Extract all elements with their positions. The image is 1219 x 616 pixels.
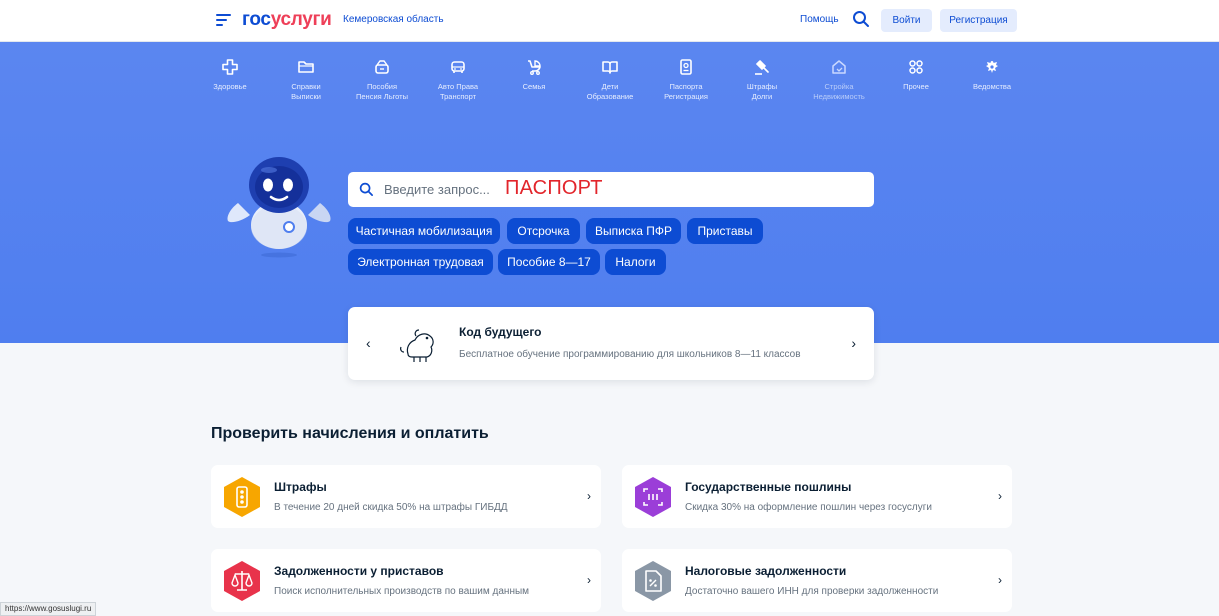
promo-carousel[interactable]: ‹ Код будущего Бесплатное обучение прогр… bbox=[348, 307, 874, 380]
search-icon bbox=[359, 182, 373, 196]
menu-icon[interactable] bbox=[216, 13, 231, 27]
category-health[interactable]: Здоровье bbox=[192, 58, 268, 92]
category-nav: Здоровье Справки Выписки Пособия Пенсия … bbox=[0, 42, 1219, 112]
card-fines[interactable]: Штрафы В течение 20 дней скидка 50% на ш… bbox=[211, 465, 601, 528]
section-title: Проверить начисления и оплатить bbox=[211, 425, 489, 442]
chip-taxes[interactable]: Налоги bbox=[605, 249, 666, 275]
gavel-icon bbox=[755, 60, 769, 75]
category-education[interactable]: Дети Образование bbox=[572, 58, 648, 102]
tax-document-icon bbox=[635, 561, 671, 601]
gosuslugi-logo[interactable]: госуслуги bbox=[242, 9, 332, 31]
card-tax-debts[interactable]: Налоговые задолженности Достаточно вашег… bbox=[622, 549, 1012, 612]
health-cross-icon bbox=[222, 59, 238, 75]
promo-subtitle: Бесплатное обучение программированию для… bbox=[459, 349, 801, 360]
robot-mascot-icon bbox=[227, 157, 331, 258]
category-real-estate[interactable]: Стройка Недвижимость bbox=[801, 58, 877, 102]
chevron-right-icon: › bbox=[998, 489, 1002, 503]
hero-banner: Здоровье Справки Выписки Пособия Пенсия … bbox=[0, 42, 1219, 343]
login-button[interactable]: Войти bbox=[881, 9, 932, 32]
card-state-duties[interactable]: Государственные пошлины Скидка 30% на оф… bbox=[622, 465, 1012, 528]
chip-mobilization[interactable]: Частичная мобилизация bbox=[348, 218, 500, 244]
category-certificates[interactable]: Справки Выписки bbox=[268, 58, 344, 102]
chip-bailiffs[interactable]: Приставы bbox=[687, 218, 763, 244]
chevron-right-icon: › bbox=[587, 489, 591, 503]
passport-icon bbox=[680, 59, 692, 75]
chevron-right-icon: › bbox=[587, 573, 591, 587]
site-header: госуслуги Кемеровская область Помощь Вой… bbox=[0, 0, 1219, 42]
browser-status-url: https://www.gosuslugi.ru bbox=[0, 602, 97, 616]
chip-deferment[interactable]: Отсрочка bbox=[507, 218, 580, 244]
receipt-icon bbox=[635, 477, 671, 517]
help-link[interactable]: Помощь bbox=[800, 14, 839, 25]
category-family[interactable]: Семья bbox=[496, 58, 572, 92]
card-bailiff-debts[interactable]: Задолженности у приставов Поиск исполнит… bbox=[211, 549, 601, 612]
car-icon bbox=[451, 61, 465, 73]
traffic-light-icon bbox=[224, 477, 260, 517]
category-transport[interactable]: Авто Права Транспорт bbox=[420, 58, 496, 102]
chip-allowance-8-17[interactable]: Пособие 8—17 bbox=[498, 249, 600, 275]
category-departments[interactable]: Ведомства bbox=[954, 58, 1030, 92]
grid-icon bbox=[909, 60, 923, 74]
chevron-right-icon: › bbox=[998, 573, 1002, 587]
promo-title: Код будущего bbox=[459, 325, 542, 339]
search-typed-text: ПАСПОРТ bbox=[505, 177, 603, 199]
category-passports[interactable]: Паспорта Регистрация bbox=[648, 58, 724, 102]
chip-electronic-workbook[interactable]: Электронная трудовая bbox=[348, 249, 493, 275]
carousel-prev-icon[interactable]: ‹ bbox=[366, 335, 371, 351]
stroller-icon bbox=[528, 60, 541, 75]
wallet-icon bbox=[375, 60, 389, 74]
search-icon[interactable] bbox=[852, 10, 870, 28]
scales-icon bbox=[224, 561, 260, 601]
dog-illustration-icon bbox=[400, 329, 434, 362]
search-bar[interactable]: Введите запрос... ПАСПОРТ bbox=[348, 172, 874, 207]
region-selector[interactable]: Кемеровская область bbox=[343, 14, 444, 25]
search-placeholder: Введите запрос... bbox=[384, 182, 490, 197]
book-icon bbox=[602, 61, 618, 74]
category-other[interactable]: Прочее bbox=[878, 58, 954, 92]
chip-pfr-statement[interactable]: Выписка ПФР bbox=[586, 218, 681, 244]
emblem-icon bbox=[986, 61, 998, 73]
carousel-next-icon[interactable]: › bbox=[851, 335, 856, 351]
category-benefits[interactable]: Пособия Пенсия Льготы bbox=[344, 58, 420, 102]
folder-icon bbox=[298, 61, 314, 73]
category-fines[interactable]: Штрафы Долги bbox=[724, 58, 800, 102]
register-button[interactable]: Регистрация bbox=[940, 9, 1017, 32]
house-icon bbox=[832, 60, 846, 74]
